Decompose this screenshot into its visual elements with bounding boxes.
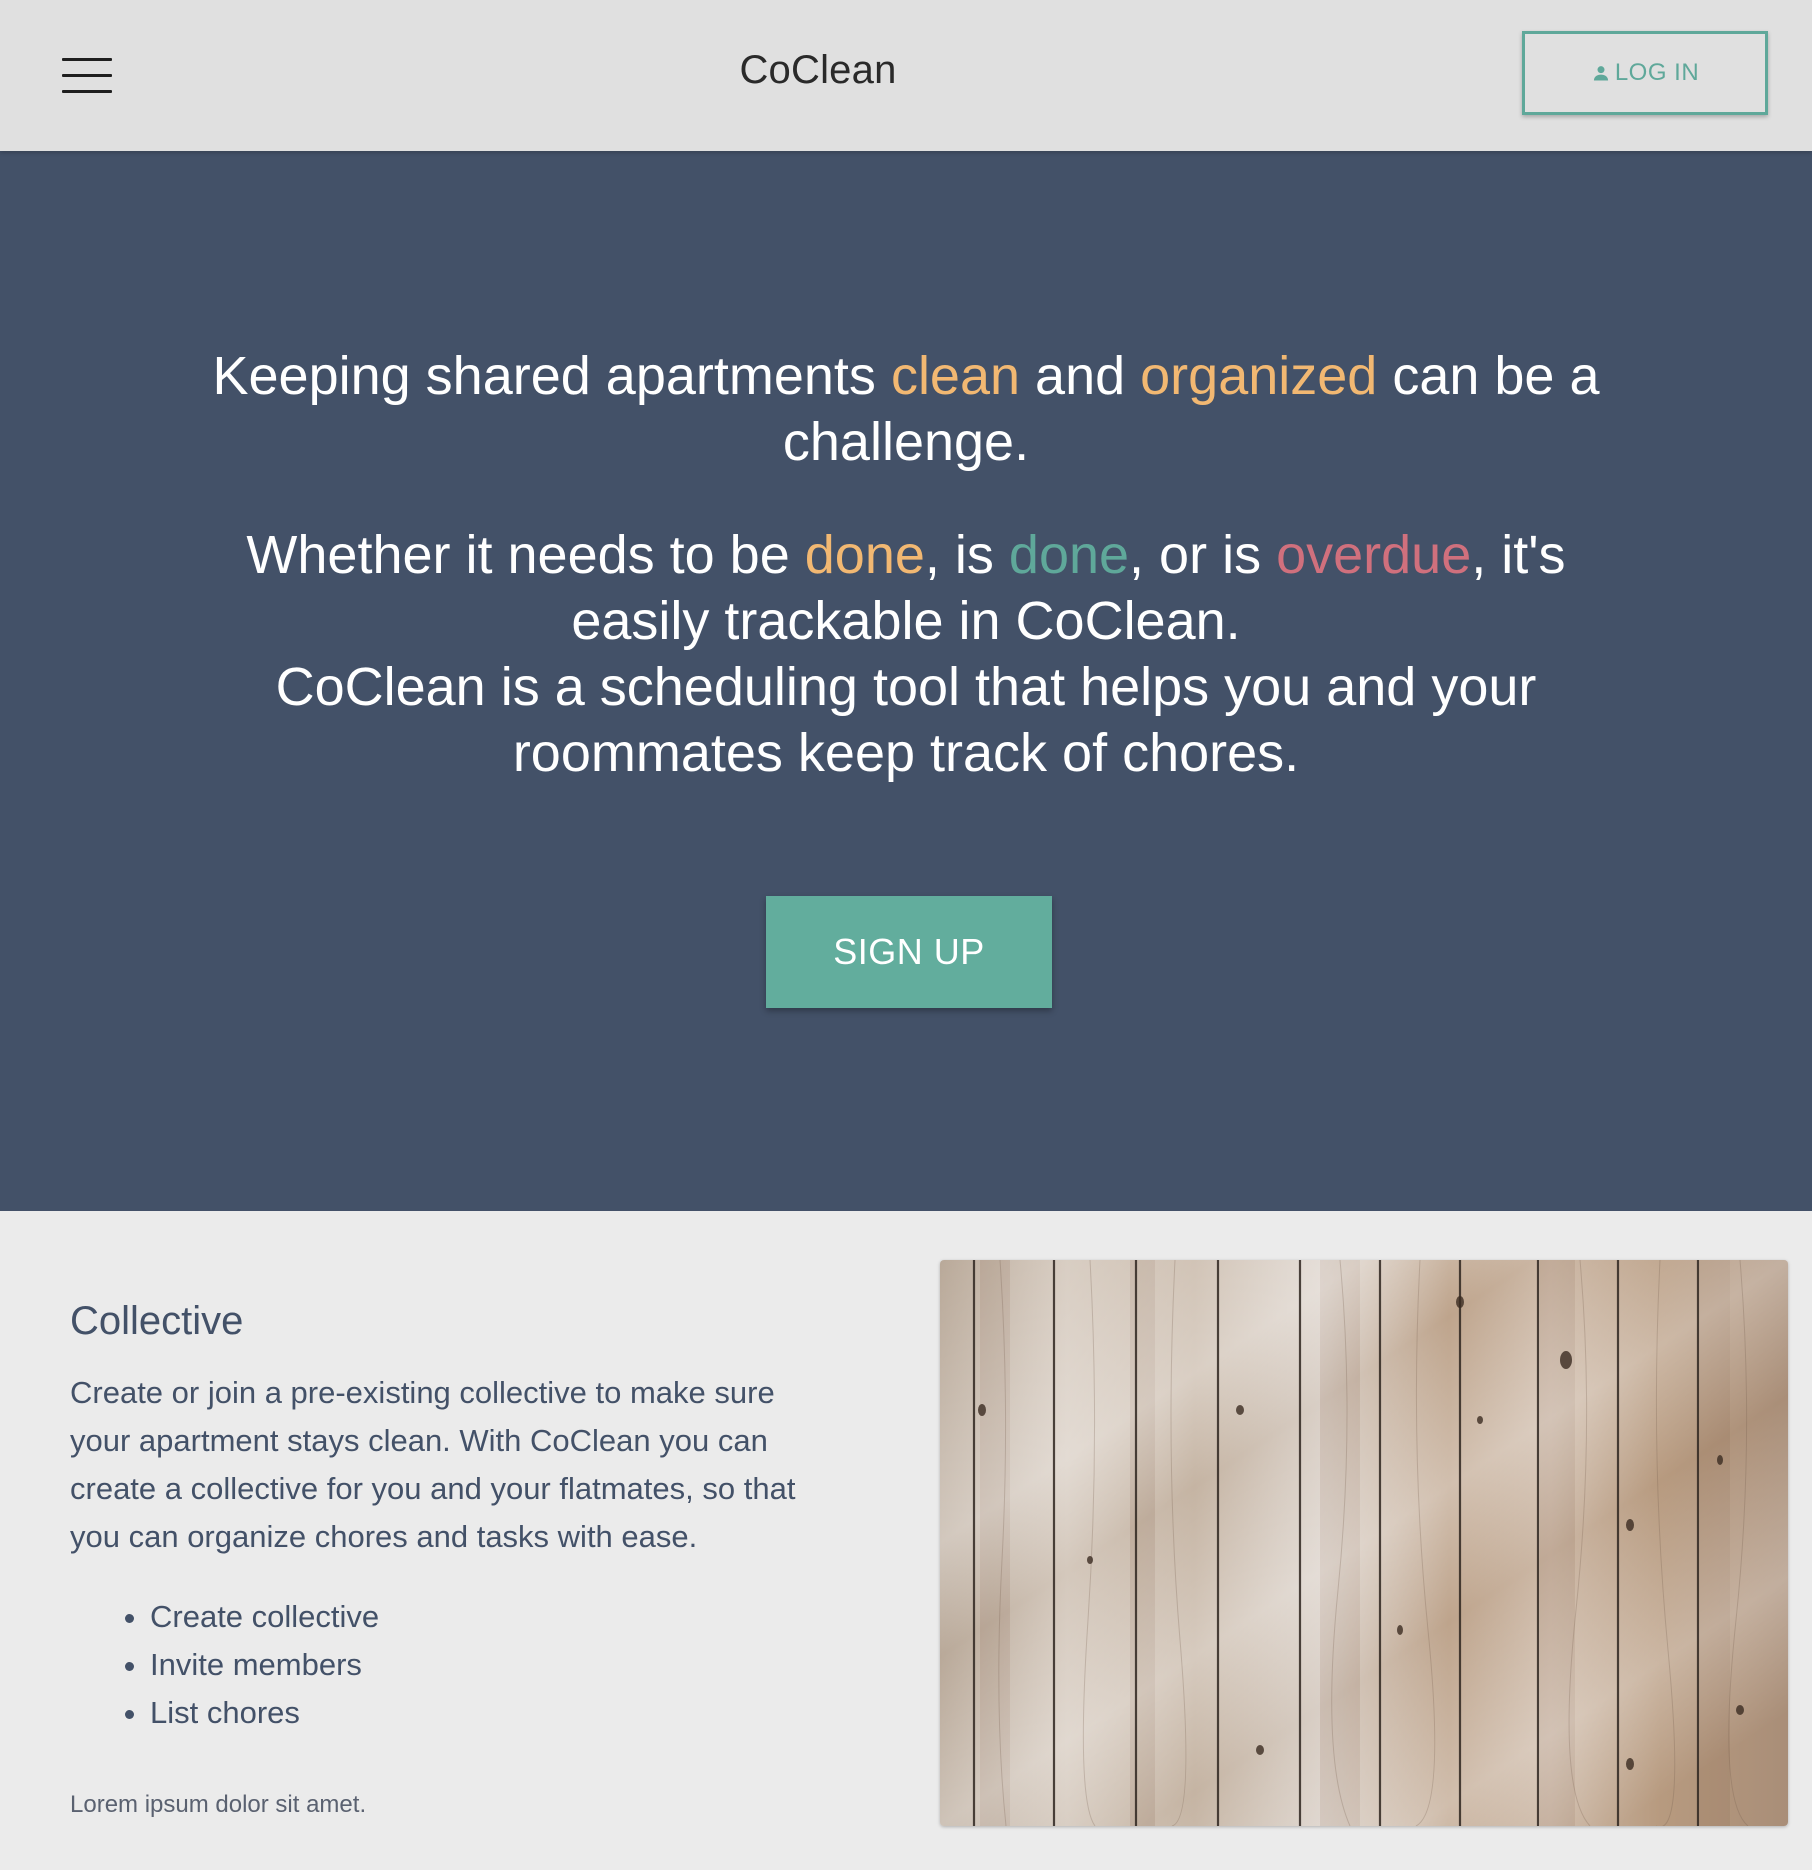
list-item: Create collective bbox=[150, 1593, 379, 1641]
login-button[interactable]: LOG IN bbox=[1522, 31, 1768, 115]
feature-description: Create or join a pre-existing collective… bbox=[70, 1375, 796, 1554]
hero-section: Keeping shared apartments clean and orga… bbox=[0, 151, 1812, 1211]
feature-list: Create collective Invite members List ch… bbox=[110, 1593, 379, 1737]
login-button-label: LOG IN bbox=[1614, 59, 1700, 86]
hero-text: Keeping shared apartments bbox=[212, 346, 891, 406]
hero-description: Whether it needs to be done, is done, or… bbox=[190, 522, 1622, 786]
list-item: Invite members bbox=[150, 1641, 379, 1689]
status-overdue-text: overdue bbox=[1276, 525, 1472, 585]
hero-text: Whether it needs to be bbox=[246, 525, 805, 585]
collective-feature-section: Collective Create or join a pre-existing… bbox=[0, 1211, 1812, 1870]
feature-title: Collective bbox=[70, 1299, 244, 1343]
signup-button[interactable]: SIGN UP bbox=[766, 896, 1052, 1008]
wood-planks-image bbox=[940, 1260, 1788, 1826]
hero-text: and bbox=[1020, 346, 1141, 406]
list-item: List chores bbox=[150, 1689, 379, 1737]
status-done-text: done bbox=[1008, 525, 1130, 585]
brand-title[interactable]: CoClean bbox=[0, 48, 1636, 93]
highlight-organized: organized bbox=[1140, 346, 1378, 406]
hero-intro: Keeping shared apartments clean and orga… bbox=[190, 343, 1622, 475]
hero-text: , is bbox=[924, 525, 1009, 585]
feature-note: Lorem ipsum dolor sit amet. bbox=[70, 1791, 367, 1818]
highlight-clean: clean bbox=[890, 346, 1021, 406]
hero-text: CoClean is a scheduling tool that helps … bbox=[275, 657, 1537, 783]
hero-text: , or is bbox=[1129, 525, 1277, 585]
person-icon bbox=[1593, 66, 1608, 81]
status-todo-text: done bbox=[804, 525, 925, 585]
top-navbar: CoClean LOG IN bbox=[0, 0, 1812, 151]
